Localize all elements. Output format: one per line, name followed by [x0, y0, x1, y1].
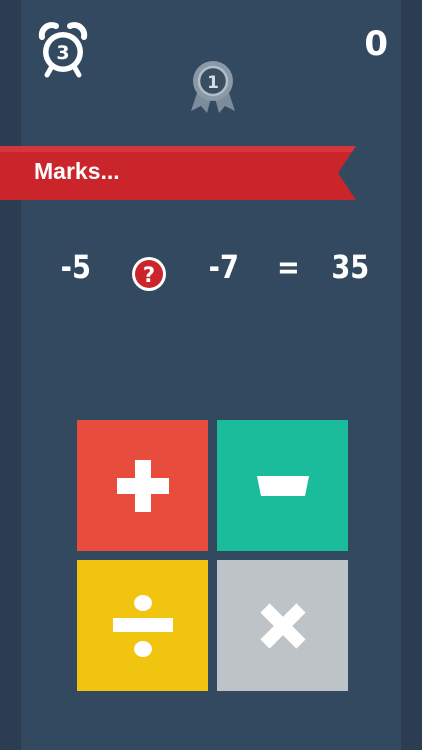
alarm-clock-icon: 3: [36, 21, 90, 79]
medal-rank: 1: [207, 73, 219, 93]
right-operand: -7: [208, 248, 239, 286]
divide-icon: [112, 594, 173, 657]
plus-icon: [116, 459, 169, 512]
banner-text: Marks...: [34, 158, 120, 184]
operator-placeholder: ?: [131, 256, 167, 292]
medal-icon: 1: [187, 57, 239, 113]
result-value: 35: [331, 248, 370, 286]
divide-button[interactable]: [77, 560, 208, 691]
minus-button[interactable]: [217, 420, 348, 551]
multiply-button[interactable]: [217, 560, 348, 691]
score-value: 0: [364, 24, 388, 64]
plus-button[interactable]: [77, 420, 208, 551]
minus-icon: [256, 475, 309, 496]
multiply-icon: [259, 602, 306, 649]
timer-value: 3: [56, 42, 69, 64]
question-mark-icon: ?: [143, 263, 155, 287]
equals-sign: =: [277, 248, 300, 286]
left-operand: -5: [60, 248, 91, 286]
